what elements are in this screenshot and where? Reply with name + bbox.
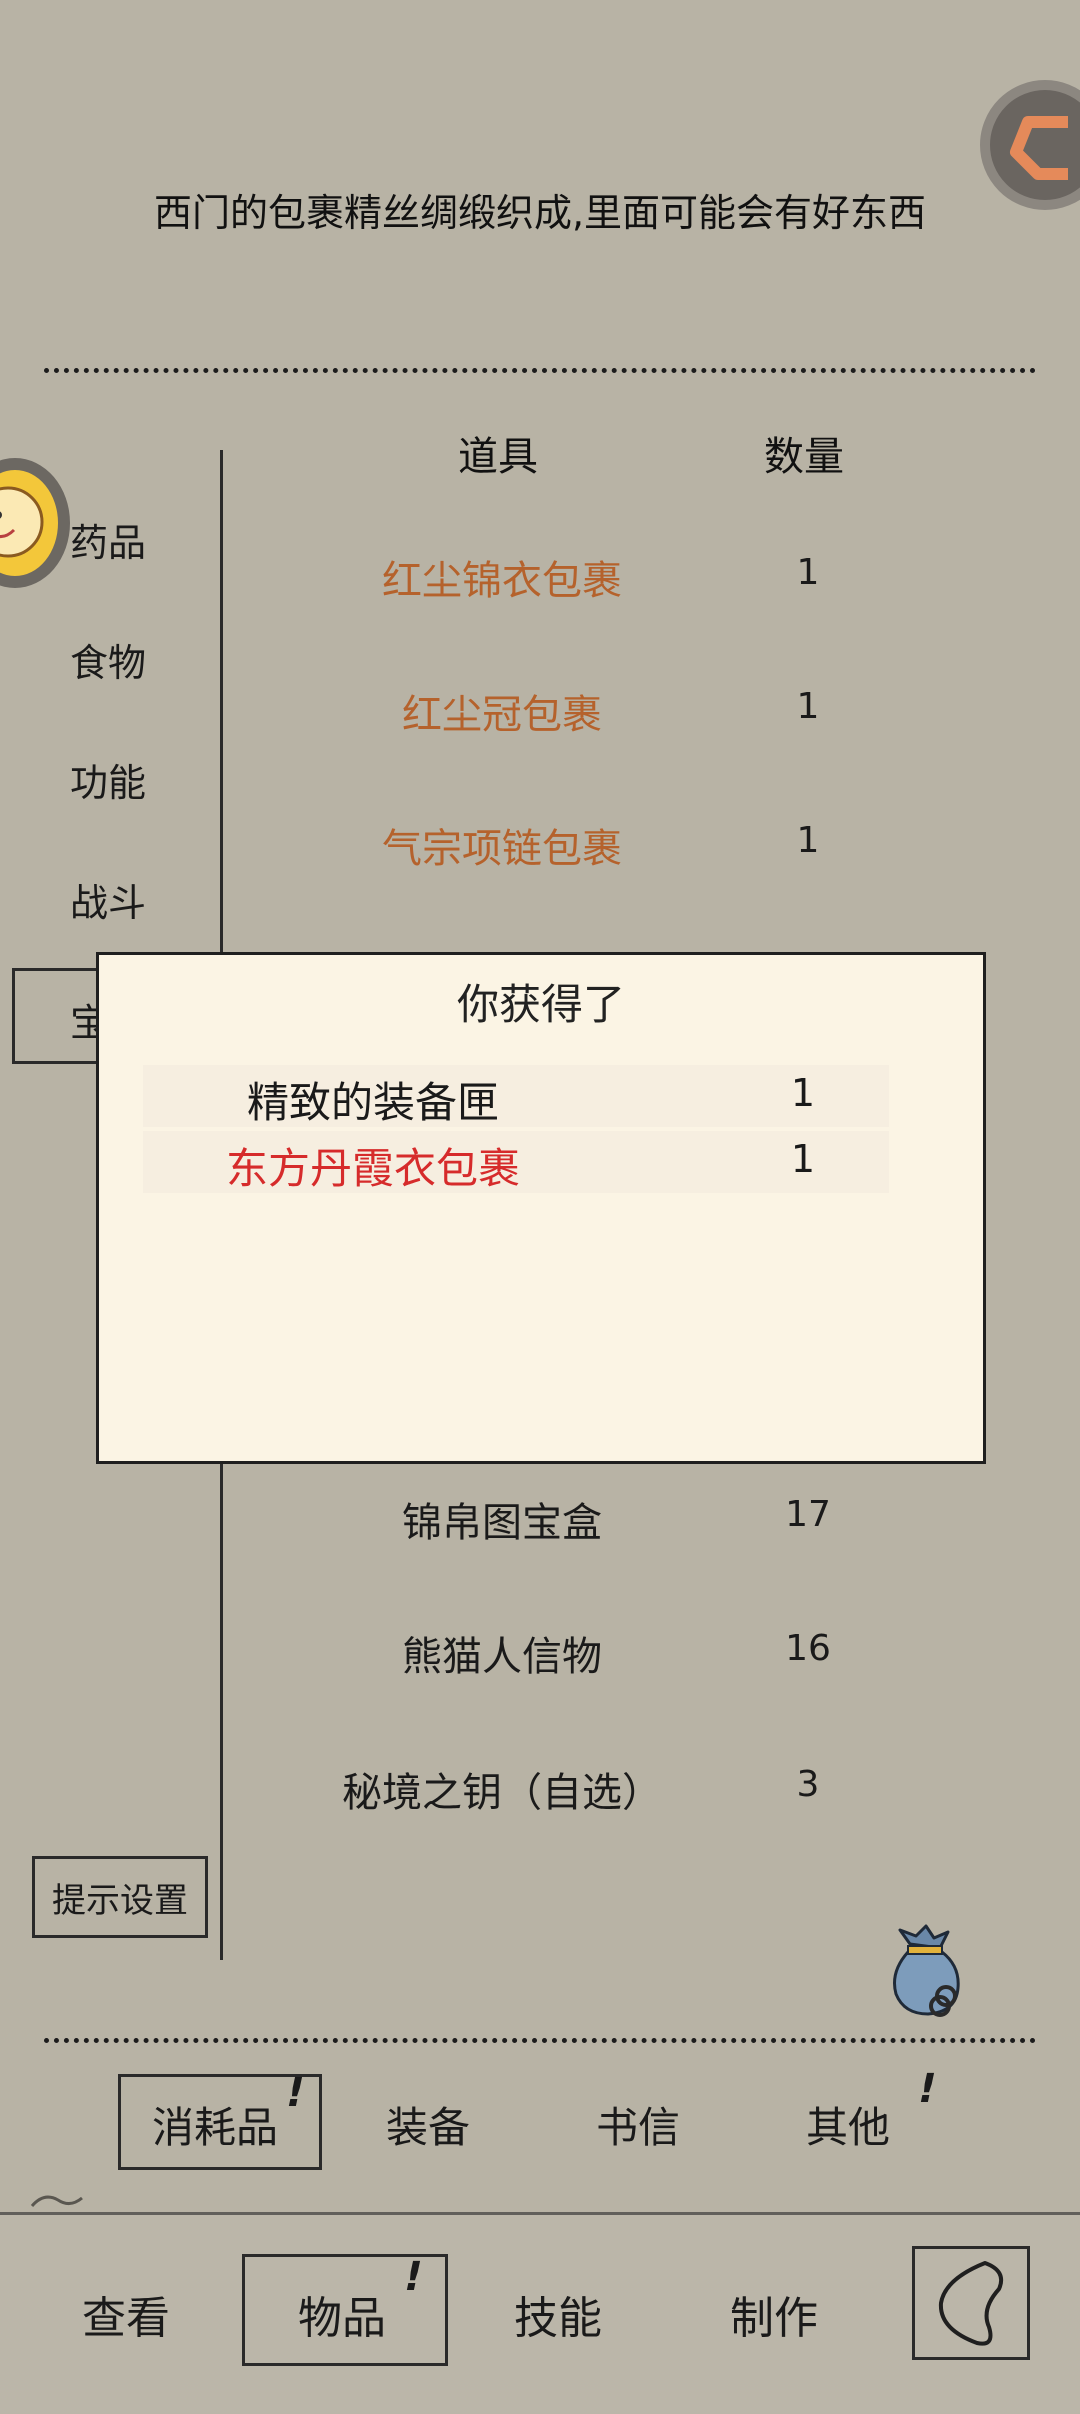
table-row-name[interactable]: 红尘冠包裹 <box>282 682 722 740</box>
popup-item-name: 东方丹霞衣包裹 <box>225 1144 520 1193</box>
sidebar-item-food[interactable]: 食物 <box>30 632 190 687</box>
nav-items[interactable]: 物品 <box>298 2282 386 2346</box>
nav-view[interactable]: 查看 <box>82 2282 170 2346</box>
table-row-qty: 1 <box>796 820 820 861</box>
table-row-qty: 3 <box>796 1764 820 1805</box>
swirl-decoration-icon <box>30 2195 83 2208</box>
tab-others-badge: ! <box>913 2066 942 2112</box>
item-bag-icon[interactable] <box>882 1922 972 2026</box>
table-row-name[interactable]: 熊猫人信物 <box>282 1624 722 1682</box>
tab-others[interactable]: 其他 <box>806 2094 890 2155</box>
nav-crafting[interactable]: 制作 <box>730 2282 818 2346</box>
table-row-name[interactable]: 气宗项链包裹 <box>282 816 722 874</box>
popup-item-qty: 1 <box>790 1137 816 1181</box>
table-row-qty: 17 <box>785 1494 831 1535</box>
popup-title: 你获得了 <box>456 980 625 1029</box>
nav-skills[interactable]: 技能 <box>514 2282 602 2346</box>
reward-popup[interactable]: 你获得了 精致的装备匣 1 东方丹霞衣包裹 1 <box>96 952 986 1464</box>
hint-settings-button[interactable]: 提示设置 <box>32 1856 208 1938</box>
back-button[interactable] <box>912 2246 1030 2360</box>
popup-item-name: 精致的装备匣 <box>246 1078 499 1127</box>
sidebar-item-combat[interactable]: 战斗 <box>30 872 190 927</box>
popup-row: 东方丹霞衣包裹 1 <box>143 1131 889 1193</box>
top-divider <box>44 368 1036 373</box>
tab-equipment[interactable]: 装备 <box>386 2094 470 2155</box>
tab-letters[interactable]: 书信 <box>596 2094 680 2155</box>
bottom-nav-divider <box>0 2212 1080 2215</box>
item-description: 西门的包裹精丝绸缎织成,里面可能会有好东西 <box>153 191 927 235</box>
column-header-qty: 数量 <box>764 434 844 480</box>
table-row-name[interactable]: 秘境之钥（自选） <box>282 1760 722 1818</box>
popup-row: 精致的装备匣 1 <box>143 1065 889 1127</box>
table-row-name[interactable]: 红尘锦衣包裹 <box>282 548 722 606</box>
tab-consumables[interactable]: 消耗品 <box>152 2094 278 2155</box>
category-divider <box>44 2038 1036 2043</box>
popup-item-qty: 1 <box>790 1071 816 1115</box>
sidebar-item-function[interactable]: 功能 <box>30 752 190 807</box>
table-row-name[interactable]: 锦帛图宝盒 <box>282 1490 722 1548</box>
table-row-qty: 1 <box>796 686 820 727</box>
sidebar-item-medicine[interactable]: 药品 <box>30 512 190 567</box>
back-arrow-icon <box>938 2261 1004 2346</box>
table-row-qty: 16 <box>785 1628 831 1669</box>
column-header-item: 道具 <box>458 434 538 480</box>
table-row-qty: 1 <box>796 552 820 593</box>
